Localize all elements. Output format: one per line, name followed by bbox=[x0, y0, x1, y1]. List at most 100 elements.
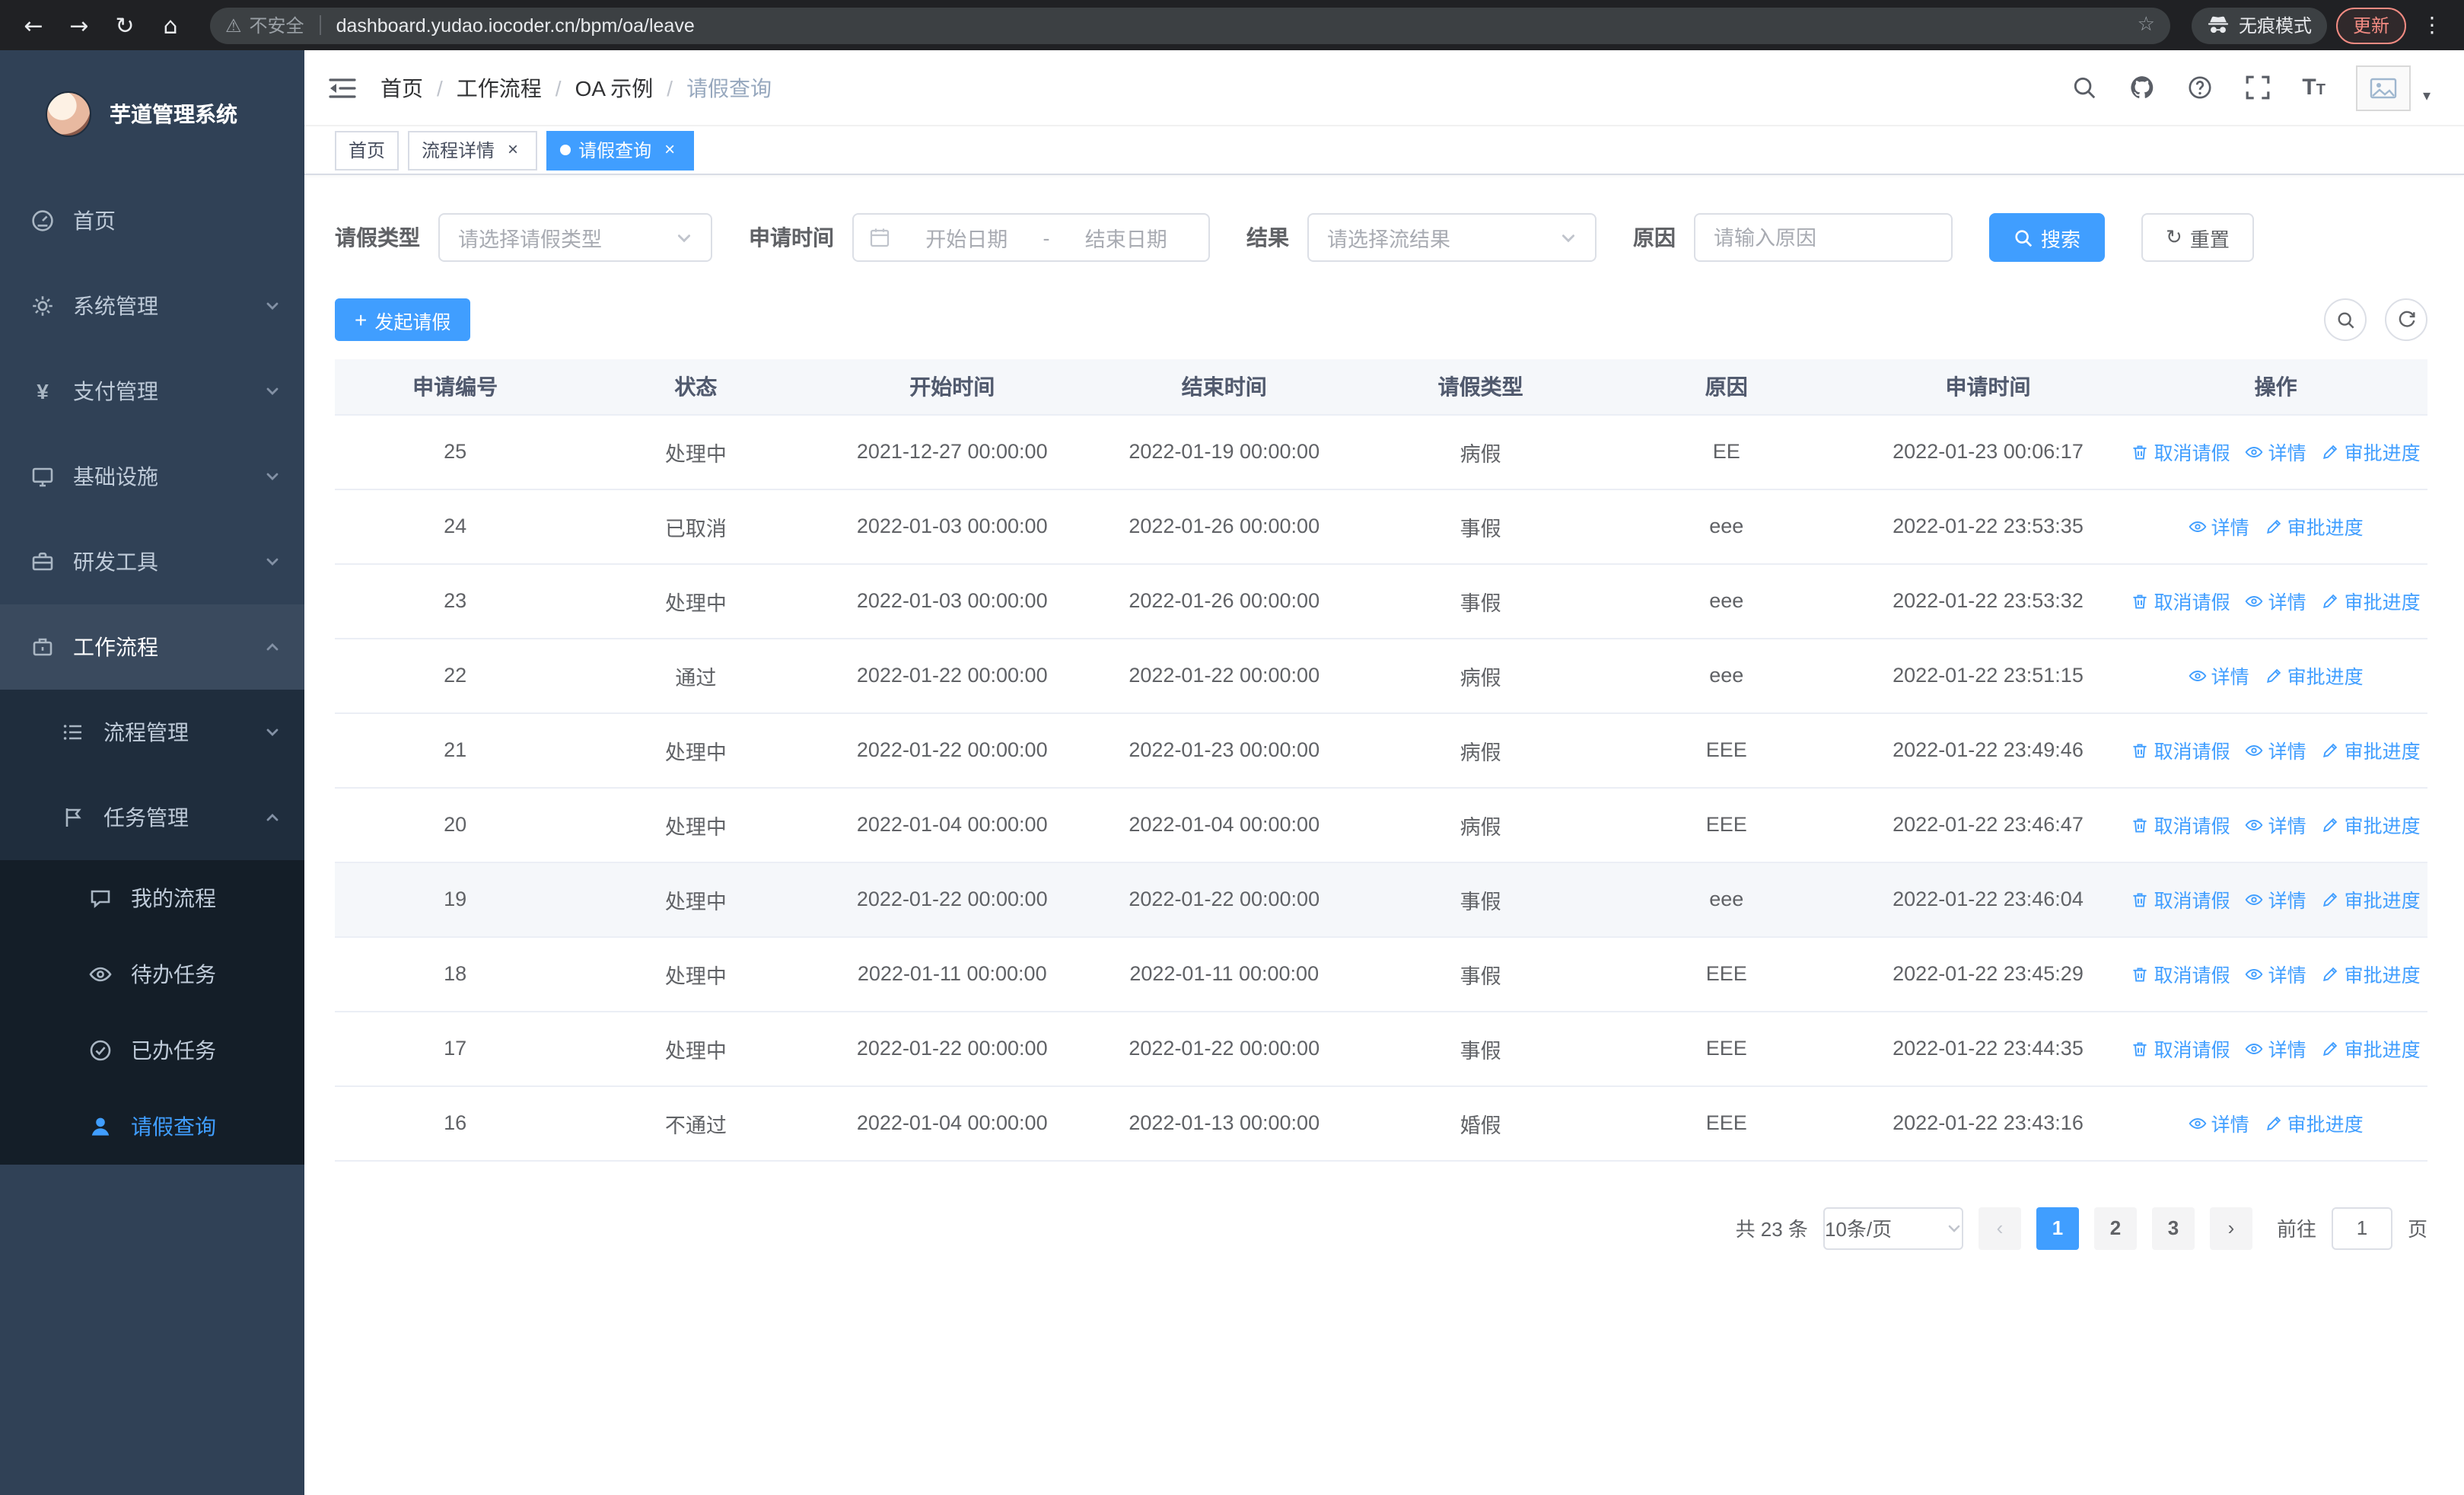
approval-progress-link[interactable]: 审批进度 bbox=[2322, 1034, 2421, 1063]
cancel-leave-link[interactable]: 取消请假 bbox=[2131, 1034, 2230, 1063]
search-button[interactable]: 搜索 bbox=[1989, 213, 2106, 262]
close-icon[interactable]: × bbox=[659, 139, 680, 161]
back-icon[interactable]: ← bbox=[15, 7, 52, 43]
refresh-table-button[interactable] bbox=[2385, 298, 2427, 341]
search-toggle-button[interactable] bbox=[2324, 298, 2367, 341]
breadcrumb-separator: / bbox=[555, 75, 562, 100]
approval-progress-link[interactable]: 审批进度 bbox=[2265, 1108, 2364, 1137]
reason-input[interactable] bbox=[1694, 213, 1953, 262]
leave-type-select[interactable]: 请选择请假类型 bbox=[438, 213, 712, 262]
approval-progress-link[interactable]: 审批进度 bbox=[2322, 735, 2421, 764]
close-icon[interactable]: × bbox=[502, 139, 524, 161]
cell-leave-type: 病假 bbox=[1360, 414, 1601, 489]
sidebar-item-leave-query[interactable]: 请假查询 bbox=[0, 1089, 304, 1165]
sidebar-item-done-tasks[interactable]: 已办任务 bbox=[0, 1012, 304, 1089]
sidebar-item-label: 研发工具 bbox=[73, 550, 158, 574]
cell-start-time: 2022-01-03 00:00:00 bbox=[816, 489, 1088, 564]
forward-icon[interactable]: → bbox=[61, 7, 97, 43]
cell-apply-id: 25 bbox=[335, 414, 576, 489]
detail-link[interactable]: 详情 bbox=[2246, 885, 2306, 913]
detail-link[interactable]: 详情 bbox=[2246, 810, 2306, 839]
action-label: 取消请假 bbox=[2154, 443, 2230, 464]
sidebar-item-system[interactable]: 系统管理 bbox=[0, 263, 304, 349]
approval-progress-link[interactable]: 审批进度 bbox=[2322, 437, 2421, 466]
create-leave-button[interactable]: + 发起请假 bbox=[335, 298, 471, 341]
edit-icon bbox=[2323, 966, 2338, 980]
approval-progress-link[interactable]: 审批进度 bbox=[2322, 810, 2421, 839]
breadcrumb-home[interactable]: 首页 bbox=[380, 72, 423, 103]
approval-progress-link[interactable]: 审批进度 bbox=[2322, 885, 2421, 913]
detail-link[interactable]: 详情 bbox=[2189, 1108, 2249, 1137]
reset-button[interactable]: ↻ 重置 bbox=[2141, 213, 2254, 262]
detail-link[interactable]: 详情 bbox=[2189, 661, 2249, 690]
detail-link[interactable]: 详情 bbox=[2246, 1034, 2306, 1063]
page-button-2[interactable]: 2 bbox=[2093, 1207, 2137, 1249]
table-header-row: 申请编号 状态 开始时间 结束时间 请假类型 原因 申请时间 操作 bbox=[335, 359, 2427, 415]
search-icon bbox=[2015, 229, 2033, 247]
sidebar-fold-icon[interactable] bbox=[329, 75, 356, 100]
cancel-leave-link[interactable]: 取消请假 bbox=[2131, 810, 2230, 839]
reload-icon[interactable]: ↻ bbox=[107, 7, 143, 43]
cancel-leave-link[interactable]: 取消请假 bbox=[2131, 437, 2230, 466]
home-icon[interactable]: ⌂ bbox=[152, 7, 189, 43]
tab-process-detail[interactable]: 流程详情 × bbox=[408, 130, 538, 170]
result-select[interactable]: 请选择流结果 bbox=[1307, 213, 1597, 262]
breadcrumb-workflow[interactable]: 工作流程 bbox=[457, 72, 542, 103]
edit-icon bbox=[2323, 891, 2338, 906]
update-button[interactable]: 更新 bbox=[2335, 7, 2406, 43]
sidebar-item-devtools[interactable]: 研发工具 bbox=[0, 519, 304, 604]
approval-progress-link[interactable]: 审批进度 bbox=[2265, 661, 2364, 690]
approval-progress-link[interactable]: 审批进度 bbox=[2265, 512, 2364, 540]
help-icon[interactable] bbox=[2186, 74, 2214, 101]
detail-link[interactable]: 详情 bbox=[2246, 586, 2306, 615]
sidebar-item-infrastructure[interactable]: 基础设施 bbox=[0, 434, 304, 519]
tab-leave-query[interactable]: 请假查询 × bbox=[546, 130, 695, 170]
detail-link[interactable]: 详情 bbox=[2246, 959, 2306, 988]
page-button-1[interactable]: 1 bbox=[2036, 1207, 2079, 1249]
detail-link[interactable]: 详情 bbox=[2246, 437, 2306, 466]
sidebar-item-my-process[interactable]: 我的流程 bbox=[0, 860, 304, 936]
table-row: 23 处理中 2022-01-03 00:00:00 2022-01-26 00… bbox=[335, 563, 2427, 639]
sidebar-item-home[interactable]: 首页 bbox=[0, 178, 304, 263]
sidebar-item-task-mgmt[interactable]: 任务管理 bbox=[0, 775, 304, 860]
cancel-leave-link[interactable]: 取消请假 bbox=[2131, 735, 2230, 764]
edit-icon bbox=[2323, 817, 2338, 831]
sidebar-item-todo-tasks[interactable]: 待办任务 bbox=[0, 936, 304, 1012]
browser-menu-icon[interactable]: ⋮ bbox=[2415, 13, 2449, 37]
page-size-select[interactable]: 10条/页 bbox=[1823, 1207, 1963, 1249]
cancel-leave-link[interactable]: 取消请假 bbox=[2131, 586, 2230, 615]
sidebar-item-process-mgmt[interactable]: 流程管理 bbox=[0, 690, 304, 775]
security-warning-label[interactable]: 不安全 bbox=[250, 12, 304, 38]
table-row: 22 通过 2022-01-22 00:00:00 2022-01-22 00:… bbox=[335, 638, 2427, 713]
detail-link[interactable]: 详情 bbox=[2189, 512, 2249, 540]
approval-progress-link[interactable]: 审批进度 bbox=[2322, 586, 2421, 615]
sidebar-item-workflow[interactable]: 工作流程 bbox=[0, 604, 304, 690]
next-page-button[interactable]: › bbox=[2209, 1207, 2252, 1249]
font-size-icon[interactable]: TT bbox=[2302, 76, 2326, 99]
fullscreen-icon[interactable] bbox=[2244, 74, 2271, 101]
action-label: 详情 bbox=[2268, 443, 2306, 464]
sidebar-item-payment[interactable]: ¥ 支付管理 bbox=[0, 349, 304, 434]
avatar[interactable] bbox=[2355, 65, 2411, 110]
cancel-leave-link[interactable]: 取消请假 bbox=[2131, 959, 2230, 988]
approval-progress-link[interactable]: 审批进度 bbox=[2322, 959, 2421, 988]
briefcase-icon bbox=[30, 635, 55, 659]
tab-home[interactable]: 首页 bbox=[335, 130, 400, 170]
apply-time-range-picker[interactable]: 开始日期 - 结束日期 bbox=[852, 213, 1210, 262]
page-button-3[interactable]: 3 bbox=[2151, 1207, 2195, 1249]
bookmark-star-icon[interactable]: ☆ bbox=[2138, 14, 2155, 37]
prev-page-button[interactable]: ‹ bbox=[1978, 1207, 2021, 1249]
search-icon[interactable] bbox=[2071, 74, 2098, 101]
url-text[interactable]: dashboard.yudao.iocoder.cn/bpm/oa/leave bbox=[336, 14, 695, 36]
url-bar[interactable]: ⚠ 不安全 dashboard.yudao.iocoder.cn/bpm/oa/… bbox=[210, 7, 2170, 43]
detail-link[interactable]: 详情 bbox=[2246, 735, 2306, 764]
breadcrumb-oa-example[interactable]: OA 示例 bbox=[575, 72, 654, 103]
goto-page-input[interactable] bbox=[2331, 1207, 2392, 1249]
chevron-down-icon bbox=[676, 229, 692, 246]
avatar-caret-icon[interactable]: ▾ bbox=[2423, 88, 2431, 110]
chevron-down-icon bbox=[265, 384, 280, 399]
github-icon[interactable] bbox=[2128, 74, 2156, 101]
range-separator: - bbox=[1043, 226, 1050, 249]
cancel-leave-link[interactable]: 取消请假 bbox=[2131, 885, 2230, 913]
breadcrumb: 首页 / 工作流程 / OA 示例 / 请假查询 bbox=[380, 72, 772, 103]
